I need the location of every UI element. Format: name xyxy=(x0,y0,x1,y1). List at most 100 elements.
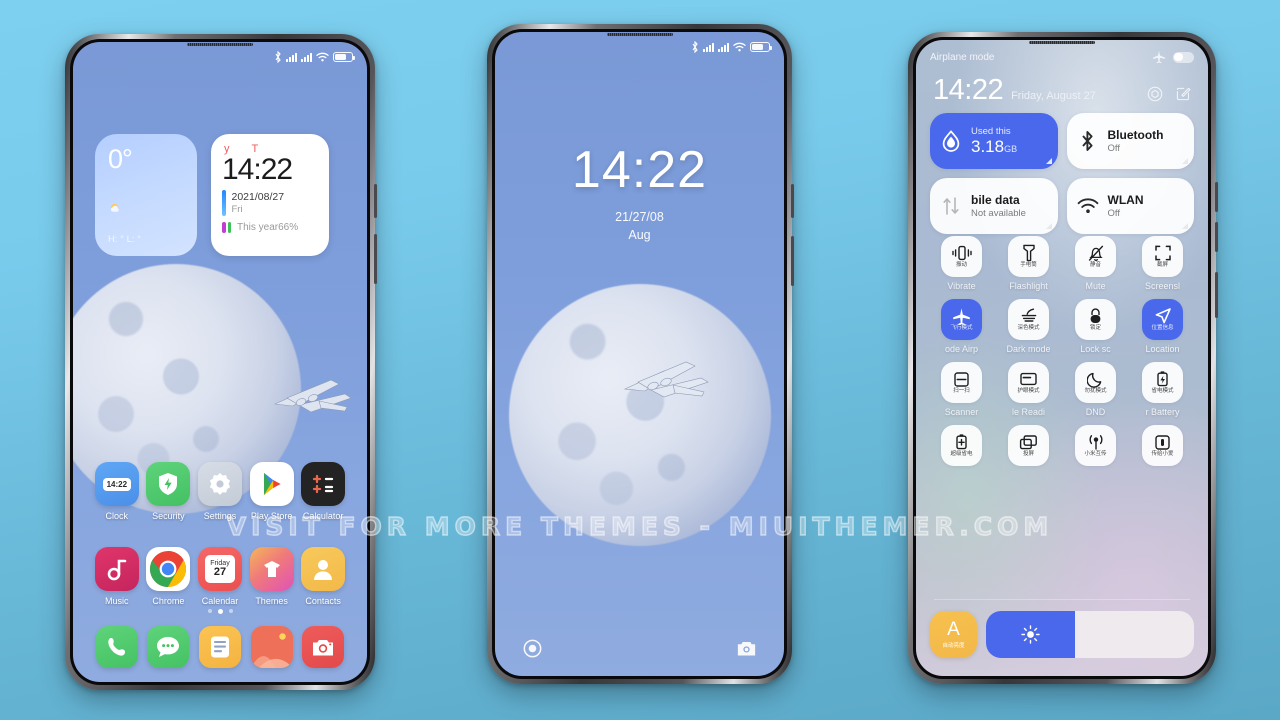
contacts-person-icon xyxy=(301,547,346,591)
tile-wlan[interactable]: WLAN Off xyxy=(1066,178,1194,234)
lock-icon xyxy=(1088,308,1103,325)
app-label: Calculator xyxy=(302,511,344,521)
tile-bluetooth[interactable]: Bluetooth Off xyxy=(1066,113,1194,169)
moon-icon xyxy=(1087,371,1104,388)
messages-bubble-icon[interactable] xyxy=(147,626,190,668)
app-themes[interactable]: Themes xyxy=(246,547,298,606)
app-clock[interactable]: 14:22 Clock xyxy=(91,462,143,521)
calendar-day-number: 27 xyxy=(213,565,227,578)
tile-cjk-label: 小米互传 xyxy=(1084,450,1107,457)
clock-widget-date: 2021/08/27 xyxy=(231,190,285,203)
tile-expand-corner[interactable] xyxy=(1045,158,1052,164)
mute-bell-icon xyxy=(1087,245,1105,262)
clock-widget-time: 14:22 xyxy=(222,153,293,186)
tile-screenshot[interactable]: 截屏 Screensl xyxy=(1129,236,1196,291)
tile-vibrate[interactable]: 振动 Vibrate xyxy=(928,236,995,291)
mobile-data-icon xyxy=(940,195,962,217)
tile-expand-corner[interactable] xyxy=(1045,223,1052,229)
tile-cjk-label: 振动 xyxy=(955,261,967,268)
app-label: Music xyxy=(105,596,129,606)
brightness-slider[interactable] xyxy=(986,611,1194,658)
lock-screen: 14:22 21/27/08 Aug xyxy=(495,32,784,676)
tile-title: bile data xyxy=(971,193,1020,207)
tile-mute[interactable]: 静音 Mute xyxy=(1062,236,1129,291)
gallery-photos-icon[interactable] xyxy=(250,626,293,668)
tile-flashlight[interactable]: 手电筒 Flashlight xyxy=(995,236,1062,291)
control-center-screen: Airplane mode 14:22 Friday, August 27 Us… xyxy=(916,40,1208,676)
tile-cast-screen[interactable]: 投屏 xyxy=(995,425,1062,470)
tile-mi-ai[interactable]: 传给小爱 xyxy=(1129,425,1196,470)
calendar-icon: Friday 27 xyxy=(197,547,242,591)
cc-date: Friday, August 27 xyxy=(1011,90,1096,102)
page-dot[interactable] xyxy=(228,609,233,613)
tile-battery-saver[interactable]: 省电模式 r Battery xyxy=(1129,362,1196,417)
brightness-row: A 自动亮度 xyxy=(930,611,1194,658)
tile-cjk-label: 超级省电 xyxy=(950,450,973,457)
lock-date: 21/27/08 xyxy=(615,210,664,224)
clock-widget[interactable]: y T 14:22 2021/08/27 Fri This year66% xyxy=(211,134,329,256)
power-button[interactable] xyxy=(791,236,794,286)
tile-cjk-label: 深色模式 xyxy=(1017,324,1040,331)
tile-expand-corner[interactable] xyxy=(1182,158,1188,164)
tile-reading-mode[interactable]: 护眼模式 le Readi xyxy=(995,362,1062,417)
power-button[interactable] xyxy=(1215,272,1218,318)
phone-1-home-screen: 0° H: ° L: ° y T 14:22 2021/08/27 Fri Th… xyxy=(65,34,377,690)
gear-icon[interactable] xyxy=(1147,86,1163,102)
volume-button[interactable] xyxy=(791,184,794,218)
app-play-store[interactable]: Play Store xyxy=(246,462,298,521)
tile-mi-share[interactable]: 小米互传 xyxy=(1062,425,1129,470)
page-dot-active[interactable] xyxy=(217,609,223,614)
app-grid-row-1: 14:22 Clock Security Settings Play Store… xyxy=(91,462,349,521)
lock-month: Aug xyxy=(628,228,651,242)
tile-location[interactable]: 位置信息 Location xyxy=(1129,299,1196,354)
tile-cjk-label: 传给小爱 xyxy=(1151,450,1174,457)
camera-icon[interactable] xyxy=(302,626,345,668)
brightness-sun-icon xyxy=(1021,625,1040,644)
lock-screen-clock: 14:22 21/27/08 Aug xyxy=(495,144,784,242)
airplane-mode-toggle[interactable] xyxy=(1173,51,1194,63)
tile-scanner[interactable]: 扫一扫 Scanner xyxy=(928,362,995,417)
record-circle-icon[interactable] xyxy=(523,639,542,658)
volume-up-button[interactable] xyxy=(1215,182,1218,212)
tile-ultra-battery-saver[interactable]: 超级省电 xyxy=(928,425,995,470)
tile-cjk-label: 锁定 xyxy=(1089,324,1101,331)
phone-handset-icon[interactable] xyxy=(95,626,138,668)
app-security[interactable]: Security xyxy=(143,462,195,521)
tile-data-usage[interactable]: Used this 3.18GB xyxy=(930,113,1058,169)
app-calendar[interactable]: Friday 27 Calendar xyxy=(194,547,246,606)
tile-airplane-mode[interactable]: 飞行模式 ode Airp xyxy=(928,299,995,354)
security-shield-icon xyxy=(146,462,191,506)
mi-share-icon xyxy=(1087,434,1105,451)
auto-brightness-cjk-label: 自动亮度 xyxy=(942,643,965,649)
tile-cjk-label: 位置信息 xyxy=(1151,324,1174,331)
auto-brightness-button[interactable]: A 自动亮度 xyxy=(930,611,977,658)
notes-document-icon[interactable] xyxy=(198,626,241,668)
tile-label: Scanner xyxy=(944,407,979,417)
app-label: Calendar xyxy=(201,596,239,606)
app-label: Clock xyxy=(105,511,129,521)
power-button[interactable] xyxy=(374,234,377,284)
weather-widget[interactable]: 0° H: ° L: ° xyxy=(95,134,197,256)
music-note-icon xyxy=(94,547,139,591)
app-music[interactable]: Music xyxy=(91,547,143,606)
page-dot[interactable] xyxy=(207,609,212,613)
app-settings[interactable]: Settings xyxy=(194,462,246,521)
tile-lock-screen[interactable]: 锁定 Lock sc xyxy=(1062,299,1129,354)
tile-dark-mode[interactable]: 深色模式 Dark mode xyxy=(995,299,1062,354)
edit-pencil-icon[interactable] xyxy=(1175,86,1191,102)
app-calculator[interactable]: Calculator xyxy=(297,462,349,521)
app-contacts[interactable]: Contacts xyxy=(297,547,349,606)
app-chrome[interactable]: Chrome xyxy=(143,547,195,606)
volume-button[interactable] xyxy=(374,184,377,218)
tile-cjk-label: 投屏 xyxy=(1022,450,1034,457)
partly-sunny-icon xyxy=(110,203,119,212)
volume-down-button[interactable] xyxy=(1215,222,1218,252)
camera-icon[interactable] xyxy=(737,639,756,658)
signal-bars-icon xyxy=(703,42,714,52)
tile-dnd[interactable]: 勿扰模式 DND xyxy=(1062,362,1129,417)
tile-mobile-data[interactable]: bile data Not available xyxy=(930,178,1058,234)
bluetooth-icon xyxy=(1077,130,1099,152)
tile-expand-corner[interactable] xyxy=(1182,223,1188,229)
signal-bars-icon xyxy=(301,52,312,62)
tile-cjk-label: 截屏 xyxy=(1156,261,1168,268)
